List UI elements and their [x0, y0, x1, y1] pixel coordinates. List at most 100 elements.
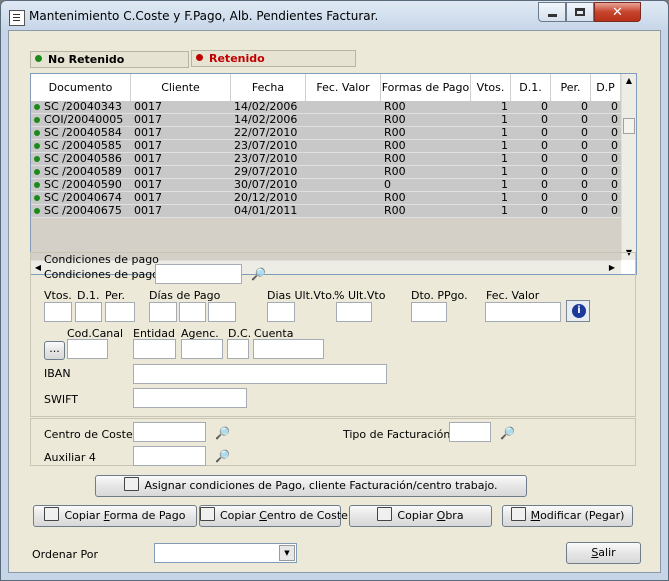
status-dot-icon — [34, 182, 40, 188]
cell-fec-valor — [309, 205, 379, 217]
cuenta-input[interactable] — [253, 339, 324, 359]
condiciones-label: Condiciones de pago — [44, 268, 159, 281]
dia-pago-1-input[interactable] — [149, 302, 177, 322]
table-row[interactable]: SC /20040675 0017 04/01/2011 R00 1 0 0 0 — [31, 205, 621, 218]
iban-input[interactable] — [133, 364, 387, 384]
vertical-scrollbar[interactable]: ▲ ▼ — [621, 74, 636, 260]
copiar-obra-button[interactable]: Copiar Obra — [349, 505, 492, 527]
dias-pago-label: Días de Pago — [149, 289, 221, 302]
cell-documento: SC /20040590 — [44, 179, 122, 191]
grid-header: Documento Cliente Fecha Fec. Valor Forma… — [31, 74, 621, 102]
cell-dp: 0 — [611, 205, 618, 217]
binoculars-icon[interactable] — [215, 449, 231, 463]
table-row[interactable]: COI/20040005 0017 14/02/2006 R00 1 0 0 0 — [31, 114, 621, 127]
dias-ult-vto-input[interactable] — [267, 302, 295, 322]
fec-valor-input[interactable] — [485, 302, 561, 322]
tipo-facturacion-input[interactable] — [449, 422, 491, 442]
copiar-centro-coste-button[interactable]: Copiar Centro de Coste — [199, 505, 348, 527]
modificar-pegar-button[interactable]: Modificar (Pegar) — [502, 505, 633, 527]
cell-d1: 0 — [541, 205, 548, 217]
cell-per: 0 — [581, 192, 588, 204]
col-dp[interactable]: D.P — [591, 74, 621, 101]
modificar-label-accel: M — [530, 509, 541, 522]
centro-coste-label: Centro de Coste — [44, 428, 133, 441]
cell-documento: SC /20040585 — [44, 140, 122, 152]
cell-fec-valor — [309, 127, 379, 139]
col-fecha[interactable]: Fecha — [231, 74, 306, 101]
title-bar[interactable]: Mantenimiento C.Coste y F.Pago, Alb. Pen… — [1, 1, 668, 31]
cell-per: 0 — [581, 153, 588, 165]
legend-no-retenido: No Retenido — [30, 51, 189, 68]
documents-grid[interactable]: Documento Cliente Fecha Fec. Valor Forma… — [30, 73, 637, 275]
dia-pago-3-input[interactable] — [208, 302, 236, 322]
col-fec-valor[interactable]: Fec. Valor — [306, 74, 381, 101]
copiar-centro-label-pre: Copiar — [220, 509, 260, 522]
cell-fec-valor — [309, 114, 379, 126]
salir-button[interactable]: Salir — [566, 542, 641, 564]
dc-input[interactable] — [227, 339, 249, 359]
table-row[interactable]: SC /20040343 0017 14/02/2006 R00 1 0 0 0 — [31, 101, 621, 114]
d1-input[interactable] — [75, 302, 102, 322]
cell-fec-valor — [309, 140, 379, 152]
minimize-button[interactable] — [538, 2, 566, 22]
close-button[interactable]: ✕ — [594, 2, 641, 22]
per-input[interactable] — [105, 302, 135, 322]
dia-pago-2-input[interactable] — [179, 302, 206, 322]
binoculars-icon[interactable] — [215, 426, 231, 440]
cell-fecha: 04/01/2011 — [234, 205, 298, 217]
table-row[interactable]: SC /20040590 0017 30/07/2010 0 1 0 0 0 — [31, 179, 621, 192]
cell-vtos: 1 — [501, 166, 508, 178]
cell-d1: 0 — [541, 127, 548, 139]
maximize-button[interactable] — [566, 2, 594, 22]
cod-canal-input[interactable] — [67, 339, 108, 359]
ordenar-por-select[interactable]: ▼ — [154, 543, 297, 563]
binoculars-icon[interactable] — [251, 267, 267, 281]
swift-input[interactable] — [133, 388, 247, 408]
agencia-input[interactable] — [181, 339, 223, 359]
table-row[interactable]: SC /20040674 0017 20/12/2010 R00 1 0 0 0 — [31, 192, 621, 205]
scroll-up-icon[interactable]: ▲ — [622, 74, 636, 88]
cod-canal-lookup-button[interactable]: ... — [44, 341, 65, 360]
col-documento[interactable]: Documento — [31, 74, 131, 101]
table-row[interactable]: SC /20040585 0017 23/07/2010 R00 1 0 0 0 — [31, 140, 621, 153]
chevron-down-icon[interactable]: ▼ — [279, 545, 295, 561]
cell-dp: 0 — [611, 192, 618, 204]
pct-ult-vto-input[interactable] — [336, 302, 372, 322]
binoculars-icon[interactable] — [500, 426, 516, 440]
cell-dp: 0 — [611, 114, 618, 126]
table-row[interactable]: SC /20040586 0017 23/07/2010 R00 1 0 0 0 — [31, 153, 621, 166]
auxiliar-4-input[interactable] — [133, 446, 206, 466]
paste-icon — [510, 507, 526, 521]
status-dot-icon — [34, 156, 40, 162]
cell-d1: 0 — [541, 166, 548, 178]
col-per[interactable]: Per. — [551, 74, 591, 101]
cell-forma: R00 — [384, 127, 406, 139]
cell-cliente: 0017 — [134, 166, 162, 178]
table-row[interactable]: SC /20040584 0017 22/07/2010 R00 1 0 0 0 — [31, 127, 621, 140]
condiciones-pago-input[interactable] — [155, 264, 242, 284]
modificar-label-post: odificar (Pegar) — [540, 509, 625, 522]
col-vtos[interactable]: Vtos. — [471, 74, 511, 101]
status-dot-icon — [34, 130, 40, 136]
dto-ppgo-input[interactable] — [411, 302, 447, 322]
cell-forma: R00 — [384, 192, 406, 204]
cell-dp: 0 — [611, 166, 618, 178]
col-cliente[interactable]: Cliente — [131, 74, 231, 101]
vtos-label: Vtos. — [44, 289, 72, 302]
iban-label: IBAN — [44, 367, 71, 380]
centro-coste-input[interactable] — [133, 422, 206, 442]
vtos-input[interactable] — [44, 302, 72, 322]
cell-forma: R00 — [384, 140, 406, 152]
col-d1[interactable]: D.1. — [511, 74, 551, 101]
table-row[interactable]: SC /20040589 0017 29/07/2010 R00 1 0 0 0 — [31, 166, 621, 179]
entidad-input[interactable] — [133, 339, 176, 359]
cell-d1: 0 — [541, 140, 548, 152]
asignar-label: Asignar condiciones de Pago, cliente Fac… — [144, 479, 498, 492]
col-formas-pago[interactable]: Formas de Pago — [381, 74, 471, 101]
info-button[interactable]: i — [566, 300, 590, 322]
cell-documento: SC /20040674 — [44, 192, 122, 204]
scroll-thumb[interactable] — [623, 118, 635, 134]
cell-dp: 0 — [611, 179, 618, 191]
copiar-forma-pago-button[interactable]: Copiar Forma de Pago — [33, 505, 197, 527]
asignar-condiciones-button[interactable]: Asignar condiciones de Pago, cliente Fac… — [95, 475, 527, 497]
